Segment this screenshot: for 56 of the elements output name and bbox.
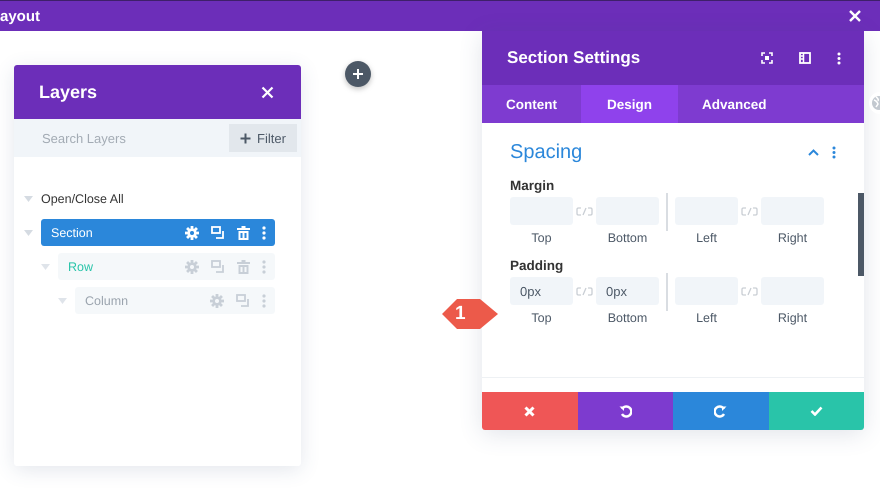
window-title: ayout [0,8,40,24]
caret-icon[interactable] [24,196,33,202]
input-field[interactable]: 0px [510,277,573,305]
tab[interactable]: Design [581,85,678,123]
add-button[interactable] [345,61,371,87]
save-button[interactable] [768,392,864,430]
undo-button[interactable] [578,392,673,430]
filter-button[interactable]: Filter [225,119,301,157]
field-caption: Bottom [608,231,648,245]
check-icon [810,406,823,416]
field-caption: Bottom [608,311,648,325]
link-icon[interactable] [741,287,758,296]
chevron-icon[interactable] [808,148,819,156]
undo-icon [618,404,632,418]
field-label: Margin [510,178,556,193]
close-icon[interactable] [261,86,274,98]
settings-icon[interactable] [185,226,199,240]
field-caption: Left [696,311,717,325]
trash-icon[interactable] [237,226,250,240]
tab[interactable]: Advanced [678,85,791,123]
panel-title: Layers [39,82,98,102]
redo-icon [714,404,728,418]
input-field[interactable]: 0px [596,277,659,305]
link-icon[interactable] [576,207,593,216]
layer-label: Section [51,226,93,240]
more-icon[interactable] [837,52,841,64]
sidebar-icon[interactable] [799,52,811,64]
scrollbar[interactable] [858,193,864,276]
link-icon[interactable] [741,207,758,216]
section-heading: Spacing [510,140,582,164]
layer-label: Column [85,294,128,308]
more-icon[interactable] [262,226,266,240]
field-label: Padding [510,258,564,273]
caret-icon[interactable] [24,230,33,236]
layer-item[interactable]: Section [41,219,275,246]
duplicate-icon[interactable] [211,226,225,239]
field-caption: Top [531,231,552,245]
close-icon[interactable] [848,9,862,23]
panel-title: Section Settings [507,48,640,68]
expand-icon[interactable] [761,52,773,64]
layer-label: Row [68,260,94,274]
cancel-button[interactable] [482,392,578,430]
link-icon[interactable] [576,287,593,296]
close-icon [524,406,536,416]
open-close-all-link[interactable]: Open/Close All [41,192,124,206]
caret-icon[interactable] [58,298,67,304]
caret-icon[interactable] [41,264,50,270]
field-caption: Right [778,231,808,245]
field-caption: Left [696,231,717,245]
plus-icon [240,132,252,144]
redo-button[interactable] [673,392,768,430]
more-icon[interactable] [832,146,836,158]
field-caption: Top [531,311,552,325]
search-field[interactable]: Search Layers [14,119,225,157]
tab[interactable]: Content [482,85,581,123]
field-caption: Right [778,311,808,325]
